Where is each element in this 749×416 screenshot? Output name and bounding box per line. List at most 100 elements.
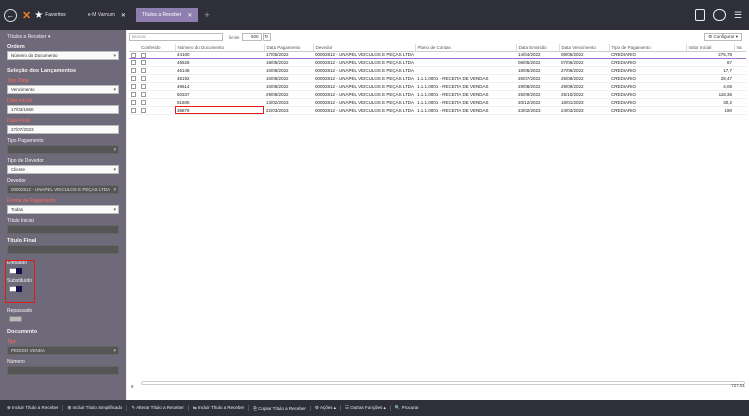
titulo-inicial-input[interactable] — [7, 225, 119, 234]
row-select-checkbox[interactable] — [131, 60, 136, 66]
tipo-pagamento-select[interactable]: ▾ — [7, 145, 119, 154]
col-header-plano[interactable]: Plano de Contas — [414, 44, 516, 52]
table-row[interactable]: 45528 18/05/2022 00002812 - UNAPEL VEICULO… — [129, 58, 746, 68]
data-vencimento-cell: 29/09/2022 — [559, 82, 609, 91]
row-select-checkbox[interactable] — [131, 107, 136, 113]
table-header-row: Conferido Número do Documento Data Pagam… — [129, 44, 746, 52]
tipo-pagamento-cell: CREDIARIO — [609, 50, 686, 60]
table-row[interactable]: 46148 10/08/2022 00002812 - UNAPEL VEICULO… — [129, 66, 746, 76]
tipo-devedor-select[interactable]: Cliente ▾ — [7, 165, 119, 174]
ordem-label: Ordem — [7, 44, 25, 50]
row-select-checkbox[interactable] — [131, 52, 136, 58]
titulo-final-input[interactable] — [7, 245, 119, 254]
valor-inicial-cell: 28,47 — [686, 74, 734, 84]
favorites-label[interactable]: Favoritos — [45, 12, 66, 18]
data-emissao-cell: 20/12/2022 — [516, 98, 559, 107]
col-header-valor[interactable]: Va — [733, 44, 746, 52]
row-select-checkbox[interactable] — [131, 84, 136, 90]
chevron-down-icon: ▾ — [113, 207, 116, 213]
sidebar-title[interactable]: Títulos a Receber ▾ — [7, 34, 119, 40]
configure-button[interactable]: ⚙ Configurar ▾ — [704, 33, 742, 41]
numero-input[interactable] — [7, 366, 119, 375]
outras-funcoes-button[interactable]: ☰ Outras Funções ▴ — [341, 405, 391, 411]
conferido-checkbox[interactable] — [141, 76, 146, 82]
tipo-pagamento-cell: CREDIARIO — [609, 66, 686, 76]
plano-cell: 1.1.1.0001 - RECEITA DE VENDAS — [415, 74, 516, 84]
refresh-icon[interactable]: ↻ — [262, 33, 271, 41]
efetuado-toggle[interactable] — [9, 268, 22, 274]
close-icon[interactable]: ✕ — [121, 12, 126, 19]
col-header-data-pagamento[interactable]: Data Pagamento — [263, 44, 313, 52]
col-header-select[interactable] — [129, 44, 139, 52]
conferido-cell — [139, 106, 175, 115]
copiar-titulo-button[interactable]: ⎘ Copiar Título a Receber — [249, 405, 311, 411]
repassado-toggle[interactable] — [9, 316, 22, 322]
devedor-cell: 00002812 - UNAPEL VEICULOS E PEÇAS LTDA — [313, 50, 415, 60]
conferido-checkbox[interactable] — [141, 84, 146, 90]
data-emissao-cell: 29/08/2022 — [516, 82, 559, 91]
tipo-data-label: Tipo Data — [7, 78, 29, 84]
row-select-checkbox[interactable] — [131, 68, 136, 74]
col-header-conferido[interactable]: Conferido — [139, 44, 175, 52]
row-select-checkbox[interactable] — [131, 99, 136, 105]
tipo-data-select[interactable]: Vencimento ▾ — [7, 85, 119, 94]
devedor-cell: 00002812 - UNAPEL VEICULOS E PEÇAS LTDA — [313, 74, 415, 84]
data-inicial-input[interactable]: 17/03/1960 — [7, 105, 119, 114]
table-row[interactable]: 36878 22/03/2023 00002812 - UNAPEL VEICULO… — [129, 106, 746, 115]
tipo-select[interactable]: PEDIDO VENDA ▾ — [7, 346, 119, 355]
acoes-menu-button[interactable]: ⚙ Ações ▴ — [311, 405, 341, 411]
devedor-select[interactable]: 00002812 - UNAPEL VEICULOS E PEÇAS LTDA ▾ — [7, 185, 119, 194]
data-pagamento-cell: 22/03/2023 — [264, 106, 313, 115]
incluir-titulo-2-button[interactable]: ⇆ Incluir Título a Receber — [189, 405, 250, 411]
substituido-toggle[interactable] — [9, 286, 22, 292]
row-select-checkbox[interactable] — [131, 92, 136, 98]
conferido-checkbox[interactable] — [141, 68, 146, 74]
valor-cell — [734, 82, 746, 91]
col-header-data-emissao[interactable]: Data Emissão — [515, 44, 559, 52]
numero-cell: 46148 — [175, 66, 264, 76]
row-select-checkbox[interactable] — [131, 76, 136, 82]
valor-cell — [734, 98, 746, 107]
data-inicial-label: Data Inicial — [7, 98, 32, 104]
clipboard-icon[interactable] — [695, 9, 705, 21]
conferido-checkbox[interactable] — [141, 52, 146, 58]
tipo-pagamento-cell: CREDIARIO — [609, 58, 686, 68]
conferido-checkbox[interactable] — [141, 99, 146, 105]
incluir-simplificado-button[interactable]: ⊞ Incluir Título Simplificado — [63, 405, 128, 411]
limit-input[interactable]: 500 — [241, 33, 262, 41]
chat-icon[interactable] — [713, 9, 726, 21]
alterar-titulo-button[interactable]: ✎ Alterar Título a Receber — [127, 405, 189, 411]
table-row[interactable]: 51605 13/02/2023 00002812 - UNAPEL VEICULO… — [129, 98, 746, 107]
ordem-select[interactable]: Número do Documento ▾ — [7, 51, 119, 60]
valor-cell — [734, 50, 746, 60]
conferido-checkbox[interactable] — [141, 107, 146, 113]
col-header-tipo-pagamento[interactable]: Tipo de Pagamento — [608, 44, 686, 52]
add-tab-icon[interactable]: + — [204, 10, 209, 20]
select-cell — [129, 50, 139, 60]
menu-icon[interactable]: ☰ — [734, 9, 743, 21]
table-row[interactable]: 48192 10/08/2022 00002812 - UNAPEL VEICULO… — [129, 74, 746, 84]
col-header-numero[interactable]: Número do Documento — [174, 44, 264, 52]
search-input[interactable]: Buscar — [129, 33, 223, 41]
back-icon[interactable]: ← — [4, 8, 17, 22]
forma-pagamento-select[interactable]: Todas ▾ — [7, 205, 119, 214]
table-row[interactable]: 44100 17/05/2022 00002812 - UNAPEL VEICULO… — [129, 50, 746, 60]
incluir-titulo-button[interactable]: ⊕ Incluir Título a Receber — [3, 405, 64, 411]
col-header-devedor[interactable]: Devedor — [312, 44, 415, 52]
procurar-button[interactable]: 🔍 Procurar — [391, 405, 423, 411]
data-vencimento-cell: 25/10/2022 — [559, 90, 609, 99]
data-final-input[interactable]: 27/07/2023 — [7, 125, 119, 134]
devedor-cell: 00002812 - UNAPEL VEICULOS E PEÇAS LTDA — [313, 106, 415, 115]
col-header-data-vencimento[interactable]: Data Vencimento — [558, 44, 609, 52]
table-row[interactable]: 49614 10/08/2022 00002812 - UNAPEL VEICULO… — [129, 82, 746, 91]
col-header-valor-inicial[interactable]: Valor Inicial — [685, 44, 734, 52]
conferido-checkbox[interactable] — [141, 60, 146, 66]
table-row[interactable]: 50337 29/08/2022 00002812 - UNAPEL VEICULO… — [129, 90, 746, 99]
plano-cell: 1.1.1.0001 - RECEITA DE VENDAS — [415, 98, 516, 107]
tab-varnum[interactable]: e-M Varnum ✕ — [82, 8, 132, 22]
close-icon[interactable]: ✕ — [187, 12, 192, 19]
horizontal-scrollbar[interactable] — [141, 381, 745, 385]
conferido-checkbox[interactable] — [141, 92, 146, 98]
tab-titulos-receber[interactable]: Títulos a Receber ✕ — [135, 8, 199, 22]
star-icon[interactable]: ★ — [34, 10, 43, 21]
